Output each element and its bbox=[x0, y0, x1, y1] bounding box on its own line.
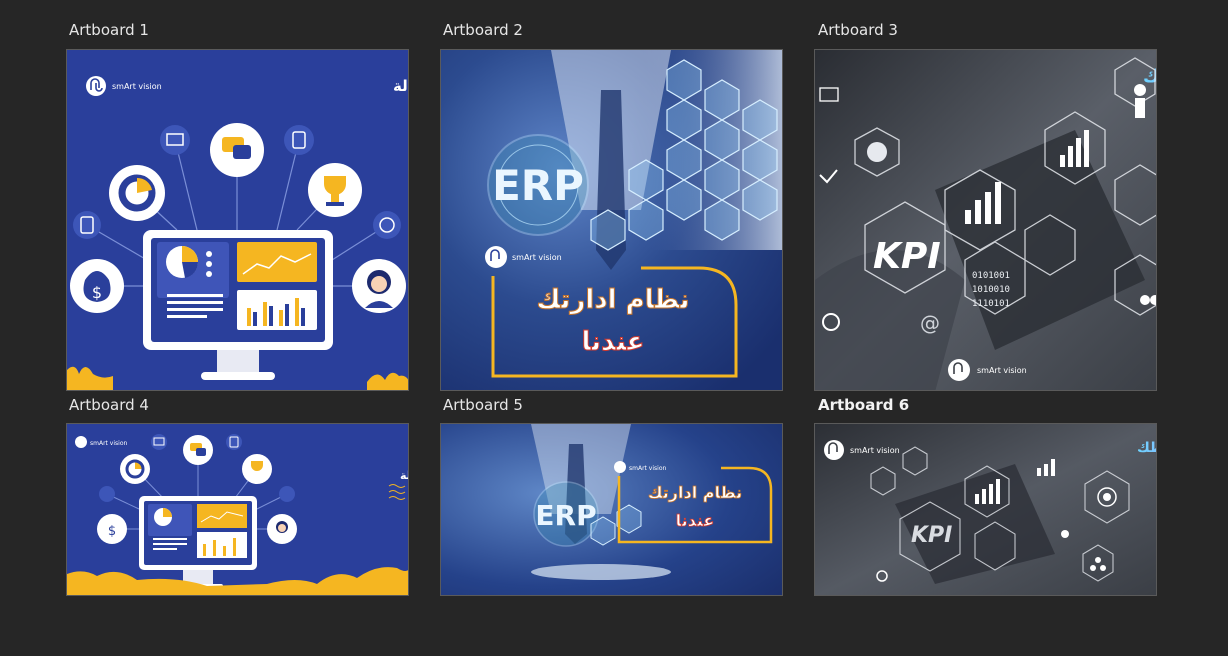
artboard-1[interactable]: smArt vision هتوصل لعميلك برسالة $ bbox=[66, 49, 409, 391]
title-arabic: تطبيقات خاصه بنشاطك bbox=[1137, 440, 1157, 456]
headline-line1: نظام ادارتك bbox=[536, 285, 689, 315]
erp-text: ERP bbox=[492, 161, 584, 210]
svg-text:$: $ bbox=[92, 283, 102, 302]
artboard-4-design: smArt vision هتوصل لعميلك برسالة $ bbox=[67, 424, 409, 595]
artboard-1-label[interactable]: Artboard 1 bbox=[69, 21, 149, 39]
artboard-3-label[interactable]: Artboard 3 bbox=[818, 21, 898, 39]
artboard-3-design: تطبيقات خاصه بنشاطك KPI 0101001 1010010 … bbox=[815, 50, 1156, 390]
artboard-5[interactable]: ERP smArt vision نظام ادارتك عندنا bbox=[440, 423, 783, 596]
logo-text: smArt vision bbox=[977, 366, 1027, 375]
artboard-2-label[interactable]: Artboard 2 bbox=[443, 21, 523, 39]
kpi-text: KPI bbox=[873, 236, 941, 277]
artboard-2[interactable]: ERP smArt vision نظام ادارتك عندنا bbox=[440, 49, 783, 391]
logo-text: smArt vision bbox=[112, 82, 162, 91]
erp-text: ERP bbox=[535, 499, 596, 532]
artboard-6[interactable]: smArt vision تطبيقات خاصه بنشاطك KPI bbox=[814, 423, 1157, 596]
kpi-text: KPI bbox=[911, 523, 952, 548]
svg-text:$: $ bbox=[108, 524, 116, 539]
artboard-6-label[interactable]: Artboard 6 bbox=[818, 396, 909, 414]
binary-3: 1110101 bbox=[972, 299, 1010, 309]
headline-line2: عندنا bbox=[582, 327, 645, 357]
artboard-5-label[interactable]: Artboard 5 bbox=[443, 396, 523, 414]
logo-text: smArt vision bbox=[90, 440, 127, 447]
logo-text: smArt vision bbox=[629, 465, 666, 472]
binary-1: 0101001 bbox=[972, 271, 1010, 281]
artboard-3[interactable]: تطبيقات خاصه بنشاطك KPI 0101001 1010010 … bbox=[814, 49, 1157, 391]
headline-line2: عندنا bbox=[676, 511, 715, 530]
artboard-2-design: ERP smArt vision نظام ادارتك عندنا bbox=[441, 50, 782, 390]
binary-2: 1010010 bbox=[972, 285, 1010, 295]
title-arabic: هتوصل لعميلك برسالة bbox=[393, 77, 409, 95]
logo-text: smArt vision bbox=[850, 446, 900, 455]
svg-text:@: @ bbox=[920, 311, 940, 335]
title-arabic: هتوصل لعميلك برسالة bbox=[400, 469, 409, 482]
logo-text: smArt vision bbox=[512, 253, 562, 262]
artboard-4-label[interactable]: Artboard 4 bbox=[69, 396, 149, 414]
artboard-4[interactable]: smArt vision هتوصل لعميلك برسالة $ bbox=[66, 423, 409, 596]
artboard-6-design: smArt vision تطبيقات خاصه بنشاطك KPI bbox=[815, 424, 1157, 595]
artboard-5-design: ERP smArt vision نظام ادارتك عندنا bbox=[441, 424, 782, 595]
headline-line1: نظام ادارتك bbox=[648, 483, 742, 502]
logo-icon bbox=[614, 461, 626, 473]
logo-icon bbox=[75, 436, 87, 448]
artboard-1-design: smArt vision هتوصل لعميلك برسالة $ bbox=[67, 50, 409, 390]
